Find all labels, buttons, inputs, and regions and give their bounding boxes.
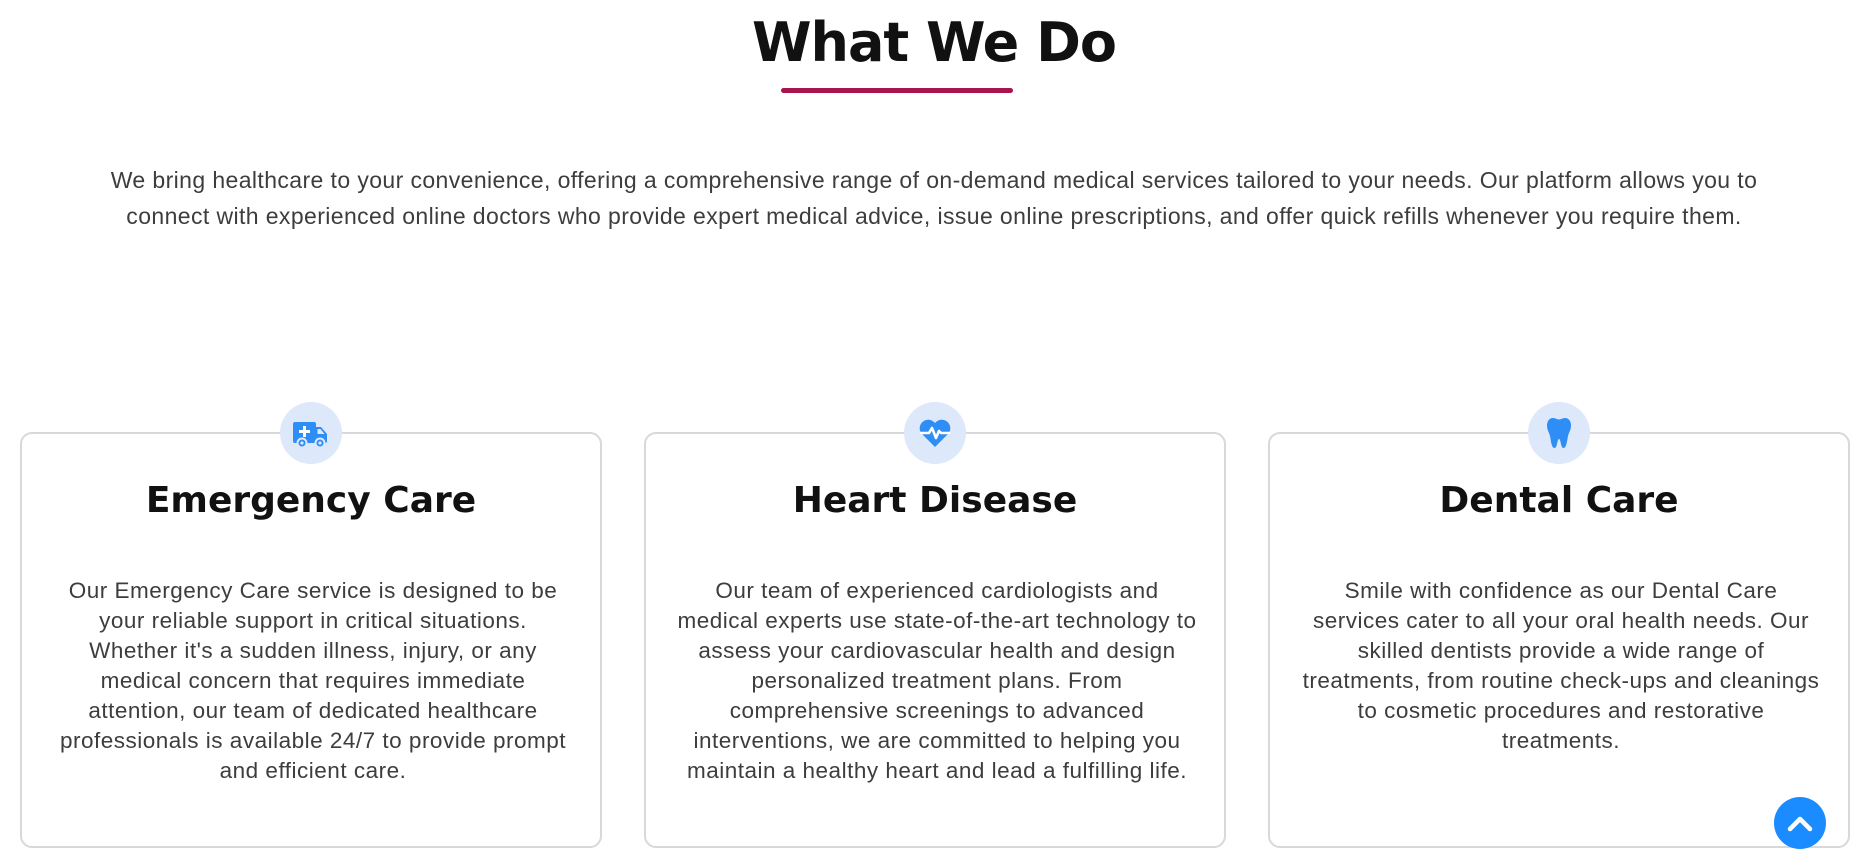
- service-description: Smile with confidence as our Dental Care…: [1302, 578, 1820, 753]
- chevron-up-icon: [1787, 816, 1813, 832]
- service-description: Our team of experienced cardiologists an…: [677, 578, 1197, 783]
- service-card-heart-disease: Heart Disease Our team of experienced ca…: [644, 402, 1226, 848]
- service-card-dental-care: Dental Care Smile with confidence as our…: [1268, 402, 1850, 848]
- ambulance-icon: [280, 402, 342, 464]
- tooth-icon: [1528, 402, 1590, 464]
- heart-pulse-icon: [904, 402, 966, 464]
- scroll-to-top-button[interactable]: [1774, 797, 1826, 849]
- service-title: Dental Care: [1439, 480, 1679, 521]
- service-title: Emergency Care: [145, 480, 477, 521]
- service-description: Our Emergency Care service is designed t…: [59, 578, 567, 783]
- section-title: What We Do: [751, 11, 1117, 74]
- service-card-emergency-care: Emergency Care Our Emergency Care servic…: [20, 402, 602, 848]
- service-title: Heart Disease: [792, 480, 1078, 521]
- title-underline: [781, 88, 1013, 93]
- section-intro: We bring healthcare to your convenience,…: [110, 167, 1758, 229]
